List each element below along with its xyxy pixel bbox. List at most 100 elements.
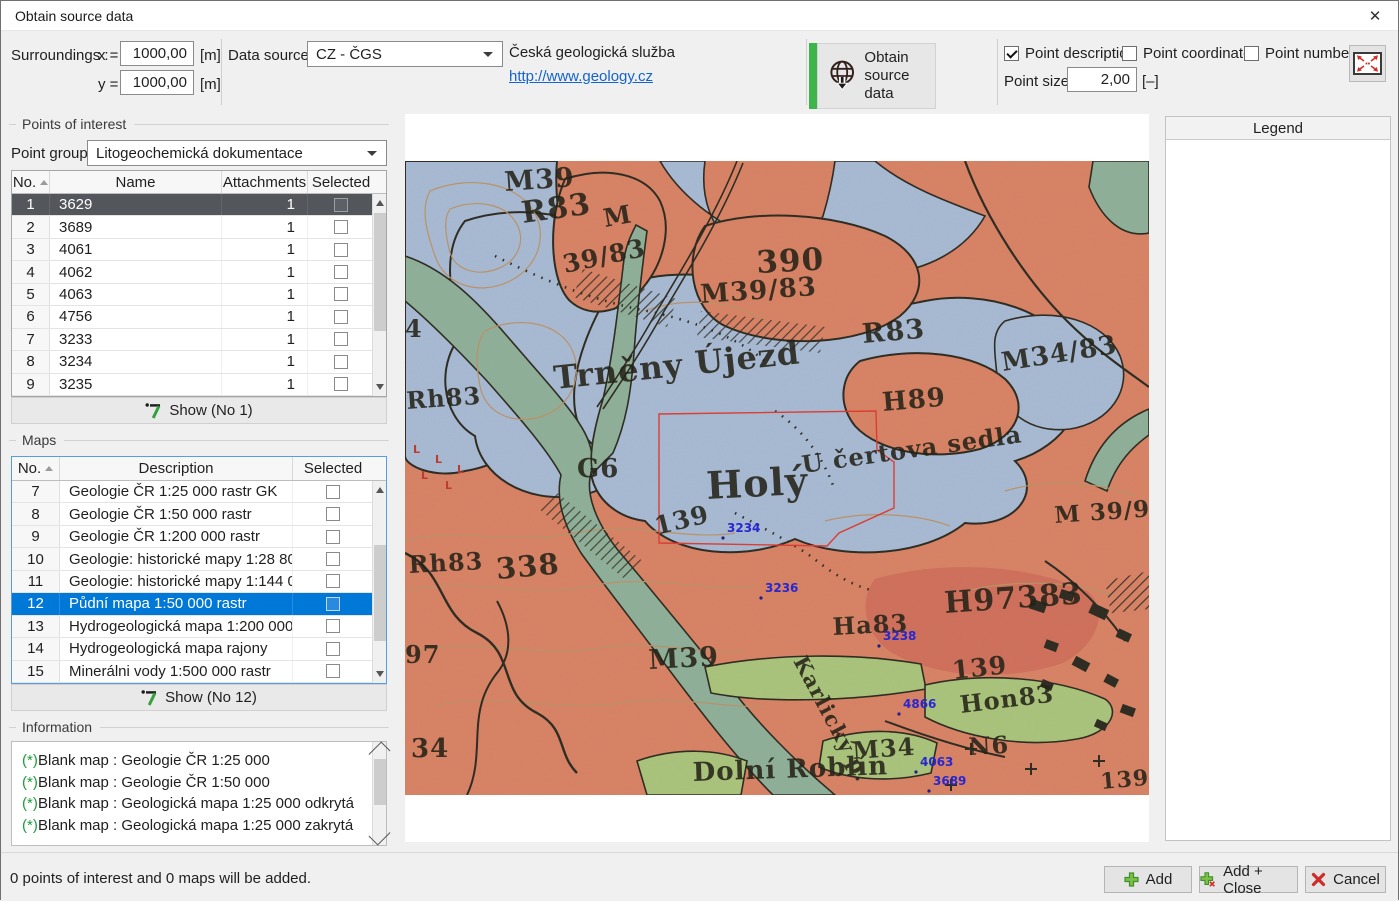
point-size-input[interactable]: 2,00 [1067, 67, 1137, 92]
information-items: (*)Blank map : Geologie ČR 1:25 000(*)Bl… [12, 742, 386, 836]
row-checkbox[interactable] [334, 287, 348, 301]
row-checkbox[interactable] [326, 597, 340, 611]
table-row[interactable]: 236891 [12, 216, 386, 238]
row-checkbox[interactable] [334, 377, 348, 391]
table-row[interactable]: 932351 [12, 374, 386, 396]
point-coordinates-option[interactable]: Point coordinates [1122, 45, 1259, 62]
row-checkbox[interactable] [326, 552, 340, 566]
sort-asc-icon [45, 466, 53, 471]
row-checkbox[interactable] [326, 530, 340, 544]
points-table: No.NameAttachmentsSelected 1362912368913… [11, 170, 387, 397]
surroundings-label: Surroundings : [11, 47, 109, 64]
table-row[interactable]: 11Geologie: historické mapy 1:144 000 (t… [12, 571, 386, 593]
table-row[interactable]: 12Půdní mapa 1:50 000 rastr [12, 593, 386, 615]
table-row[interactable]: 9Geologie ČR 1:200 000 rastr [12, 526, 386, 548]
points-table-scrollbar[interactable] [372, 194, 386, 396]
obtain-source-data-button[interactable]: Obtainsource data [817, 43, 936, 109]
maps-table-rows: 7Geologie ČR 1:25 000 rastr GK8Geologie … [12, 481, 386, 683]
maps-table-scrollbar[interactable] [372, 481, 386, 683]
information-group-title: Information [9, 719, 389, 735]
row-checkbox[interactable] [334, 265, 348, 279]
surroundings-x-input[interactable]: 1000,00 [120, 41, 194, 66]
add-button[interactable]: Add [1104, 866, 1192, 893]
row-checkbox[interactable] [326, 485, 340, 499]
information-scrollbar[interactable] [372, 742, 386, 845]
map-view[interactable]: LLL LL M39R83390M39/83R83M39/83Trněny Új… [405, 114, 1149, 842]
maps-group-title: Maps [9, 432, 389, 448]
row-checkbox[interactable] [326, 574, 340, 588]
table-row[interactable]: 540631 [12, 284, 386, 306]
point-number-option[interactable]: Point number [1244, 45, 1354, 62]
table-row[interactable]: 10Geologie: historické mapy 1:28 800 ras… [12, 548, 386, 570]
table-row[interactable]: 440621 [12, 261, 386, 283]
scroll-up-icon[interactable] [373, 742, 386, 760]
table-row[interactable]: 7Geologie ČR 1:25 000 rastr GK [12, 481, 386, 503]
table-row[interactable]: 732331 [12, 329, 386, 351]
table-row[interactable]: 136291 [12, 194, 386, 216]
list-item: (*)Blank map : Geologická mapa 1:25 000 … [12, 793, 386, 815]
show-point-button[interactable]: Show (No 1) [11, 397, 387, 424]
row-checkbox[interactable] [326, 619, 340, 633]
x-label: x = [98, 47, 118, 64]
point-number-checkbox[interactable] [1244, 46, 1259, 61]
points-column-name[interactable]: Name [50, 171, 222, 193]
scrollbar-thumb[interactable] [374, 759, 386, 805]
legend-title: Legend [1166, 117, 1390, 140]
add-close-button[interactable]: Add + Close [1199, 866, 1298, 893]
sort-asc-icon [40, 180, 48, 185]
table-row[interactable]: 15Minerálni vody 1:500 000 rastr [12, 661, 386, 683]
points-column-attachments[interactable]: Attachments [222, 171, 308, 193]
agency-link[interactable]: http://www.geology.cz [509, 68, 653, 85]
scroll-up-icon[interactable] [373, 481, 386, 499]
show-pointer-icon [145, 402, 161, 419]
row-checkbox[interactable] [334, 220, 348, 234]
scroll-up-icon[interactable] [373, 194, 386, 212]
point-description-label: Point description [1025, 45, 1136, 62]
toolbar: Surroundings : x = 1000,00 [m] y = 1000,… [1, 31, 1398, 112]
maps-column-description[interactable]: Description [60, 457, 293, 480]
row-checkbox[interactable] [326, 507, 340, 521]
table-row[interactable]: 647561 [12, 306, 386, 328]
maps-column-selected[interactable]: Selected [293, 457, 373, 480]
cancel-button[interactable]: Cancel [1305, 866, 1386, 893]
surroundings-y-input[interactable]: 1000,00 [120, 70, 194, 95]
points-column-no[interactable]: No. [12, 171, 50, 193]
table-row[interactable]: 13Hydrogeologická mapa 1:200 000 rastr [12, 616, 386, 638]
table-row[interactable]: 14Hydrogeologická mapa rajony [12, 638, 386, 660]
chevron-down-icon [367, 151, 377, 156]
scrollbar-thumb[interactable] [374, 213, 386, 331]
point-coordinates-checkbox[interactable] [1122, 46, 1137, 61]
point-description-checkbox[interactable] [1004, 46, 1019, 61]
scroll-down-icon[interactable] [373, 665, 386, 683]
point-description-option[interactable]: Point description [1004, 45, 1136, 62]
point-group-value: Litogeochemická dokumentace [96, 145, 303, 162]
point-group-combo[interactable]: Litogeochemická dokumentace [87, 140, 387, 166]
table-row[interactable]: 340611 [12, 239, 386, 261]
row-checkbox[interactable] [334, 243, 348, 257]
row-checkbox[interactable] [334, 310, 348, 324]
scroll-down-icon[interactable] [373, 827, 386, 845]
table-row[interactable]: 832341 [12, 351, 386, 373]
points-column-selected[interactable]: Selected [308, 171, 374, 193]
row-checkbox[interactable] [326, 642, 340, 656]
chevron-down-icon [483, 52, 493, 57]
row-checkbox[interactable] [326, 664, 340, 678]
scrollbar-thumb[interactable] [374, 545, 386, 641]
row-checkbox[interactable] [334, 198, 348, 212]
status-bar: 0 points of interest and 0 maps will be … [1, 852, 1398, 901]
title-bar: Obtain source data ✕ [1, 1, 1398, 31]
cancel-x-icon [1311, 872, 1326, 887]
show-map-button[interactable]: Show (No 12) [11, 684, 387, 711]
agency-name: Česká geologická služba [509, 44, 675, 61]
close-icon[interactable]: ✕ [1364, 6, 1386, 28]
data-source-combo[interactable]: CZ - ČGS [307, 41, 503, 67]
zoom-extents-button[interactable] [1349, 45, 1386, 82]
show-pointer-icon [141, 689, 157, 706]
table-row[interactable]: 8Geologie ČR 1:50 000 rastr [12, 503, 386, 525]
point-coordinates-label: Point coordinates [1143, 45, 1259, 62]
scroll-down-icon[interactable] [373, 378, 386, 396]
row-checkbox[interactable] [334, 355, 348, 369]
row-checkbox[interactable] [334, 332, 348, 346]
maps-column-no.[interactable]: No. [12, 457, 60, 480]
add-close-icon [1200, 871, 1216, 888]
